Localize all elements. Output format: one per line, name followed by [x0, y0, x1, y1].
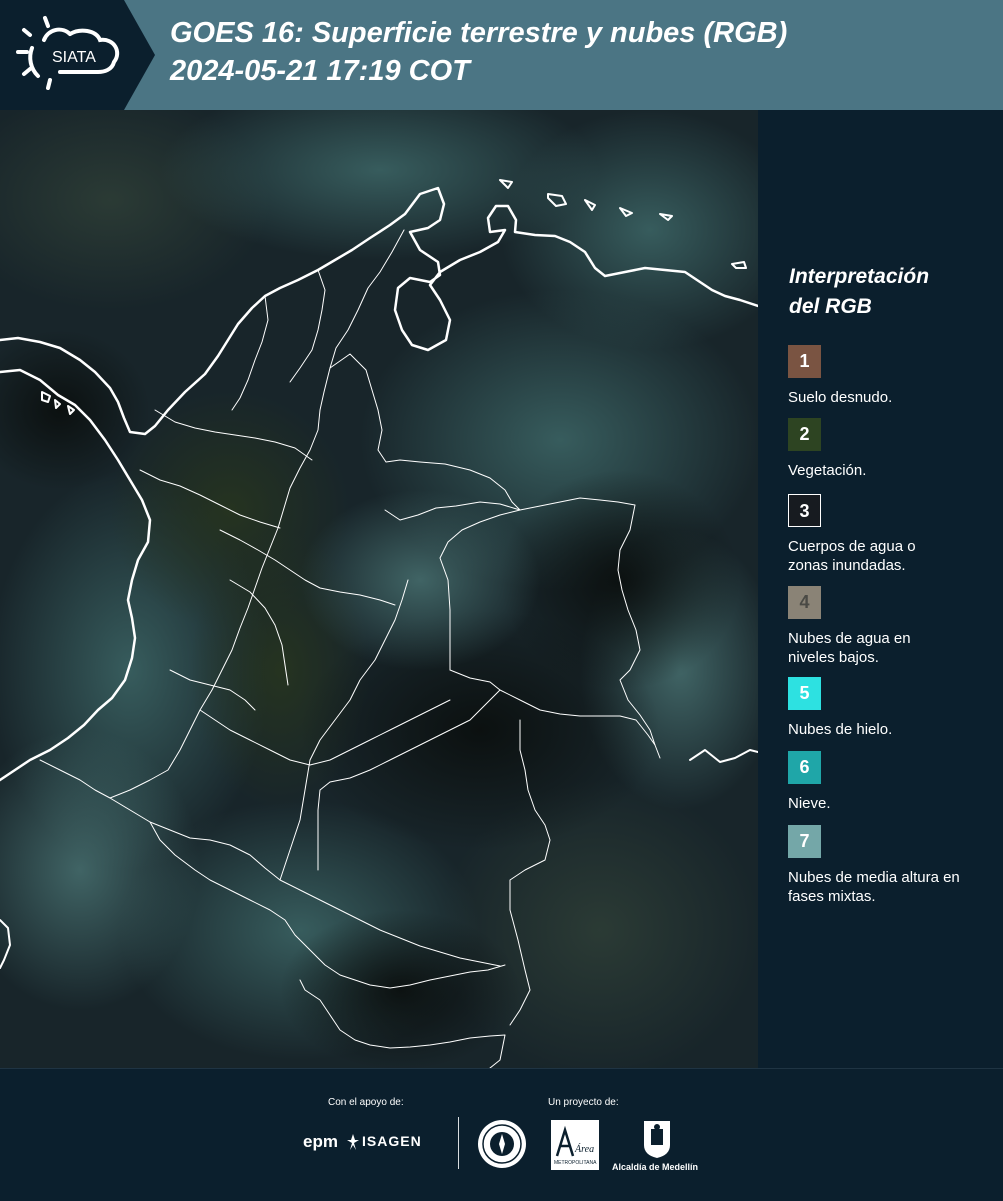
- legend-item-6: 6 Nieve.: [788, 751, 998, 813]
- legend-swatch-7: 7: [788, 825, 821, 858]
- isagen-logo-icon: [347, 1134, 359, 1150]
- legend-label-1: Suelo desnudo.: [788, 389, 893, 406]
- legend-item-2: 2 Vegetación.: [788, 418, 998, 480]
- alcaldia-shield-icon: [644, 1121, 670, 1158]
- legend-item-5: 5 Nubes de hielo.: [788, 677, 998, 739]
- header-bar: SIATA GOES 16: Superficie terrestre y nu…: [0, 0, 1003, 110]
- legend-label-6: Nieve.: [788, 795, 831, 812]
- legend-swatch-5: 5: [788, 677, 821, 710]
- footer-divider: [458, 1117, 459, 1169]
- legend-item-7: 7 Nubes de media altura en fases mixtas.: [788, 825, 998, 906]
- siata-logo: SIATA: [0, 0, 155, 110]
- legend-title: Interpretación del RGB: [789, 262, 929, 322]
- footer-sponsors: Con el apoyo de: Un proyecto de: epm ISA…: [0, 1068, 1003, 1201]
- support-label: Con el apoyo de:: [328, 1097, 404, 1108]
- legend-item-4: 4 Nubes de agua en niveles bajos.: [788, 586, 998, 667]
- legend-title-line-2: del RGB: [789, 295, 872, 318]
- project-label: Un proyecto de:: [548, 1097, 619, 1108]
- area-metropolitana-logo: Área METROPOLITANA: [551, 1120, 599, 1170]
- title-line-2: 2024-05-21 17:19 COT: [170, 55, 470, 87]
- legend-panel: Interpretación del RGB 1 Suelo desnudo. …: [762, 110, 1003, 1068]
- legend-swatch-2: 2: [788, 418, 821, 451]
- area-metropolitana-sub: METROPOLITANA: [554, 1160, 597, 1166]
- alcaldia-label: Alcaldía de Medellín: [612, 1162, 699, 1172]
- legend-label-3: Cuerpos de agua o zonas inundadas.: [788, 538, 916, 574]
- page-title: GOES 16: Superficie terrestre y nubes (R…: [170, 14, 787, 90]
- legend-label-4: Nubes de agua en niveles bajos.: [788, 630, 911, 666]
- legend-label-5: Nubes de hielo.: [788, 721, 893, 738]
- legend-swatch-3: 3: [788, 494, 821, 527]
- title-line-1: GOES 16: Superficie terrestre y nubes (R…: [170, 17, 788, 49]
- area-metropolitana-text: Área: [574, 1143, 594, 1155]
- legend-item-1: 1 Suelo desnudo.: [788, 345, 998, 407]
- epm-logo: epm: [303, 1132, 338, 1151]
- cloud-layer: [0, 110, 758, 1068]
- medellin-seal-icon: [478, 1120, 526, 1168]
- legend-label-7: Nubes de media altura en fases mixtas.: [788, 869, 960, 905]
- isagen-logo: ISAGEN: [362, 1133, 422, 1149]
- legend-swatch-1: 1: [788, 345, 821, 378]
- legend-title-line-1: Interpretación: [789, 265, 930, 288]
- siata-logo-text: SIATA: [52, 49, 96, 66]
- legend-swatch-4: 4: [788, 586, 821, 619]
- legend-label-2: Vegetación.: [788, 462, 867, 479]
- legend-swatch-6: 6: [788, 751, 821, 784]
- satellite-map: [0, 110, 758, 1068]
- legend-item-3: 3 Cuerpos de agua o zonas inundadas.: [788, 494, 998, 575]
